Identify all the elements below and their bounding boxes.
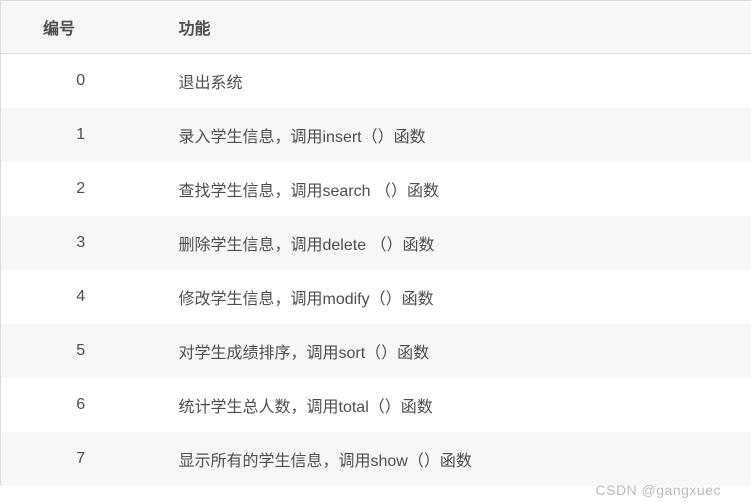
row-id: 0 <box>1 54 161 109</box>
header-id: 编号 <box>1 1 161 54</box>
header-function: 功能 <box>161 1 751 54</box>
row-id: 5 <box>1 324 161 378</box>
table-row: 5 对学生成绩排序，调用sort（）函数 <box>1 324 751 378</box>
row-desc: 对学生成绩排序，调用sort（）函数 <box>161 324 751 378</box>
table-row: 1 录入学生信息，调用insert（）函数 <box>1 108 751 162</box>
table-row: 7 显示所有的学生信息，调用show（）函数 <box>1 432 751 486</box>
row-desc: 删除学生信息，调用delete （）函数 <box>161 216 751 270</box>
row-id: 1 <box>1 108 161 162</box>
row-id: 3 <box>1 216 161 270</box>
table-row: 6 统计学生总人数，调用total（）函数 <box>1 378 751 432</box>
row-id: 7 <box>1 432 161 486</box>
row-desc: 修改学生信息，调用modify（）函数 <box>161 270 751 324</box>
table-header-row: 编号 功能 <box>1 1 751 54</box>
row-desc: 查找学生信息，调用search （）函数 <box>161 162 751 216</box>
row-id: 2 <box>1 162 161 216</box>
row-id: 6 <box>1 378 161 432</box>
table-row: 0 退出系统 <box>1 54 751 109</box>
table-row: 2 查找学生信息，调用search （）函数 <box>1 162 751 216</box>
row-desc: 统计学生总人数，调用total（）函数 <box>161 378 751 432</box>
row-desc: 退出系统 <box>161 54 751 109</box>
function-table: 编号 功能 0 退出系统 1 录入学生信息，调用insert（）函数 2 查找学… <box>0 0 751 486</box>
table-row: 4 修改学生信息，调用modify（）函数 <box>1 270 751 324</box>
row-desc: 显示所有的学生信息，调用show（）函数 <box>161 432 751 486</box>
table-row: 3 删除学生信息，调用delete （）函数 <box>1 216 751 270</box>
row-id: 4 <box>1 270 161 324</box>
row-desc: 录入学生信息，调用insert（）函数 <box>161 108 751 162</box>
